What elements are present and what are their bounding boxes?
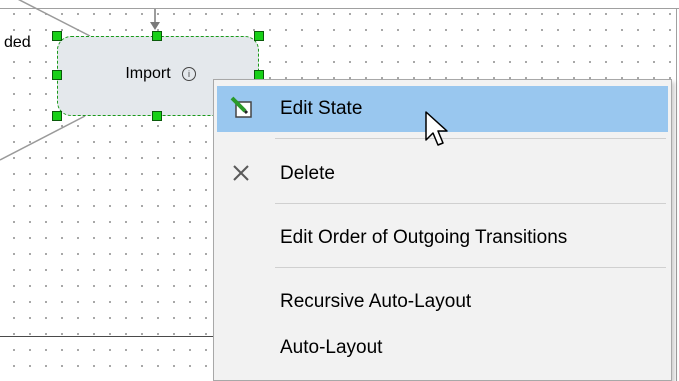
menu-item-edit-order-transitions[interactable]: Edit Order of Outgoing Transitions (217, 215, 668, 261)
selection-handle[interactable] (52, 70, 62, 80)
partial-state-label[interactable]: ded (4, 34, 31, 52)
mouse-cursor-icon (425, 111, 448, 146)
menu-item-recursive-auto-layout[interactable]: Recursive Auto-Layout (217, 279, 668, 325)
state-name: Import (125, 65, 171, 82)
transition-line (0, 115, 86, 161)
menu-separator (275, 138, 666, 139)
menu-separator (275, 203, 666, 204)
selection-handle[interactable] (254, 31, 264, 41)
menu-item-label: Edit Order of Outgoing Transitions (280, 227, 568, 248)
menu-item-delete[interactable]: Delete (217, 151, 668, 197)
info-icon[interactable]: i (182, 67, 196, 81)
edit-pencil-icon (230, 96, 252, 118)
menu-item-label: Auto-Layout (280, 337, 383, 358)
menu-separator (275, 267, 666, 268)
selection-handle[interactable] (52, 31, 62, 41)
close-x-icon (233, 165, 249, 181)
selection-handle[interactable] (152, 31, 162, 41)
selection-handle[interactable] (152, 111, 162, 121)
transition-arrowhead (150, 22, 160, 30)
transition-line (17, 0, 91, 37)
menu-item-label: Edit State (280, 98, 363, 119)
menu-item-auto-layout[interactable]: Auto-Layout (217, 325, 668, 371)
selection-handle[interactable] (52, 111, 62, 121)
menu-item-label: Delete (280, 163, 335, 184)
menu-item-label: Recursive Auto-Layout (280, 291, 472, 312)
